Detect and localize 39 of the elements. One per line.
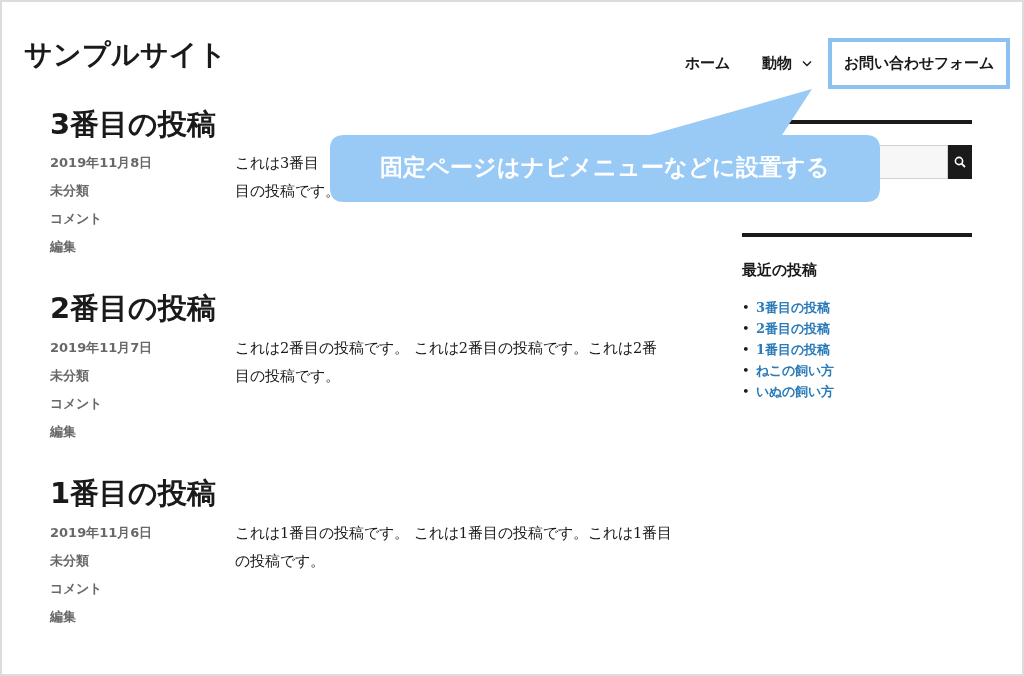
bullet: • — [742, 340, 751, 359]
callout-tooltip-text: 固定ページはナビメニューなどに設置する — [380, 153, 830, 182]
excerpt-text: これは1番目の投稿です。 これは1番目の投稿です。これは1番目 — [235, 524, 673, 541]
nav-link[interactable]: お問い合わせフォーム — [828, 38, 1010, 89]
category-link[interactable]: 未分類 — [50, 368, 89, 384]
comments-link[interactable]: コメント — [50, 580, 102, 596]
search-icon — [954, 155, 966, 168]
post-title[interactable]: 2番目の投稿 — [50, 291, 217, 327]
recent-post-link[interactable]: いぬの飼い方 — [756, 383, 834, 399]
comments-link[interactable]: コメント — [50, 396, 102, 412]
excerpt-text: 目の投稿です。 — [235, 368, 340, 385]
post-title[interactable]: 3番目の投稿 — [50, 106, 217, 142]
widget-title: 最近の投稿 — [742, 260, 818, 279]
recent-post-link[interactable]: 3番目の投稿 — [756, 299, 831, 315]
excerpt-text: これは3番目 — [235, 155, 320, 172]
excerpt-text: これは2番目の投稿です。 これは2番目の投稿です。これは2番 — [235, 340, 658, 357]
category-link[interactable]: 未分類 — [50, 552, 89, 568]
comments-link[interactable]: コメント — [50, 211, 102, 227]
site-title[interactable]: サンプルサイト — [24, 38, 227, 72]
bullet: • — [742, 319, 751, 338]
post-date[interactable]: 2019年11月8日 — [50, 155, 153, 171]
post-date[interactable]: 2019年11月6日 — [50, 524, 153, 540]
excerpt-text: の投稿です。 — [235, 552, 325, 569]
edit-link[interactable]: 編集 — [50, 424, 76, 440]
category-link[interactable]: 未分類 — [50, 183, 89, 199]
bullet: • — [742, 361, 751, 380]
nav-link[interactable]: ホーム — [669, 38, 746, 89]
bullet: • — [742, 382, 751, 401]
edit-link[interactable]: 編集 — [50, 608, 76, 624]
nav-link[interactable]: 動物 — [746, 38, 828, 89]
recent-post-link[interactable]: 2番目の投稿 — [756, 320, 831, 336]
search-button[interactable] — [948, 144, 972, 179]
recent-post-link[interactable]: ねこの飼い方 — [756, 362, 834, 378]
post-title[interactable]: 1番目の投稿 — [50, 476, 217, 511]
edit-link[interactable]: 編集 — [50, 239, 76, 255]
excerpt-text: 目の投稿です。 — [235, 183, 340, 200]
post-date[interactable]: 2019年11月7日 — [50, 340, 153, 356]
bullet: • — [742, 298, 751, 317]
recent-post-link[interactable]: 1番目の投稿 — [756, 341, 831, 357]
